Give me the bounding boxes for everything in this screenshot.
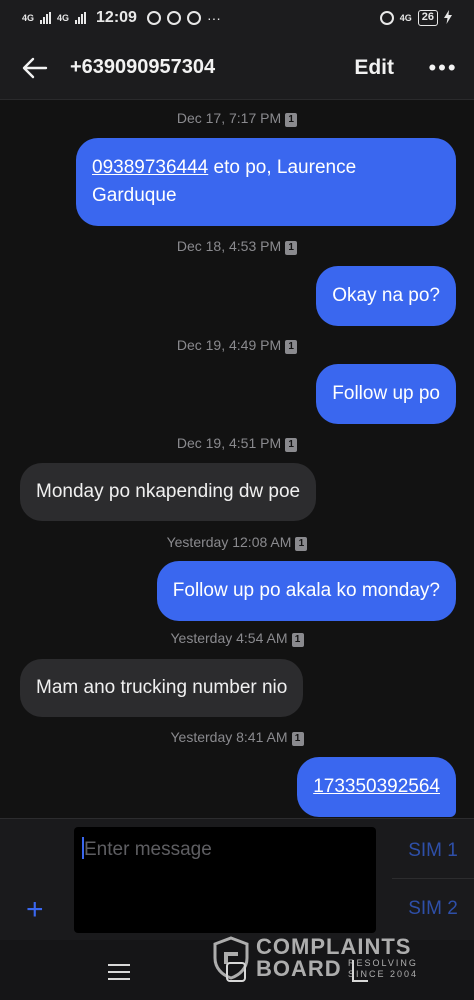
back-arrow-icon	[22, 57, 48, 78]
network-type-right: 4G	[399, 12, 412, 23]
phone-link[interactable]: 09389736444	[92, 157, 208, 178]
tracking-number-link[interactable]: 173350392564	[313, 773, 440, 801]
more-options-button[interactable]: •••	[412, 36, 474, 100]
charging-icon	[444, 9, 452, 27]
message-text: Follow up po akala ko monday?	[172, 580, 440, 601]
timestamp: Yesterday 12:08 AM 1	[0, 534, 474, 551]
sim-badge-icon: 1	[291, 633, 304, 647]
outgoing-message[interactable]: Okay na po?	[316, 266, 456, 326]
message-composer: + Enter message SIM 1 SIM 2	[0, 818, 474, 940]
network-type-2: 4G	[57, 12, 70, 23]
timestamp: Yesterday 8:41 AM 1	[0, 729, 474, 746]
timestamp: Dec 18, 4:53 PM 1	[0, 238, 474, 255]
message-text: Follow up po	[332, 383, 440, 404]
network-type-1: 4G	[22, 12, 35, 23]
message-placeholder: Enter message	[84, 839, 212, 860]
sim-badge-icon: 1	[285, 113, 298, 127]
more-dots-icon: •••	[428, 54, 458, 80]
sim-badge-icon: 1	[285, 340, 298, 354]
send-sim1-button[interactable]: SIM 1	[392, 823, 474, 879]
outgoing-message[interactable]: Follow up po	[316, 364, 456, 424]
alarm-icon	[379, 11, 394, 25]
sim-badge-icon: 1	[285, 438, 298, 452]
message-text: Monday po nkapending dw poe	[36, 481, 301, 502]
message-text: Mam ano trucking number nio	[36, 677, 288, 698]
outgoing-message[interactable]: 09389736444 eto po, Laurence Garduque	[76, 138, 456, 226]
watermark-line2: BOARD	[256, 956, 342, 981]
incoming-message[interactable]: Mam ano trucking number nio	[20, 659, 304, 717]
incoming-message[interactable]: Monday po nkapending dw poe	[20, 463, 317, 521]
timestamp: Dec 19, 4:49 PM 1	[0, 337, 474, 354]
sim-badge-icon: 1	[285, 241, 298, 255]
sim-badge-icon: 1	[291, 732, 304, 746]
outgoing-message[interactable]: 173350392564	[297, 757, 456, 817]
signal-icon-2	[75, 12, 87, 24]
status-right: 4G 26	[379, 9, 452, 27]
message-input[interactable]: Enter message	[74, 827, 376, 933]
signal-icon	[40, 12, 52, 24]
shield-logo-icon	[213, 936, 249, 980]
message-thread[interactable]: Dec 17, 7:17 PM 1 09389736444 eto po, Lau…	[0, 100, 474, 818]
sim-badge-icon: 1	[295, 537, 308, 551]
conversation-header: +639090957304 Edit •••	[0, 36, 474, 100]
more-notifications-icon: ···	[206, 10, 221, 26]
leaf-app-icon	[186, 11, 201, 25]
send-sim2-button[interactable]: SIM 2	[392, 881, 474, 937]
timestamp: Yesterday 4:54 AM 1	[0, 630, 474, 647]
message-text: 09389736444 eto po, Laurence Garduque	[92, 157, 357, 206]
back-button[interactable]	[0, 36, 70, 100]
edit-button[interactable]: Edit	[336, 56, 412, 80]
recent-apps-icon[interactable]	[108, 964, 130, 980]
add-attachment-button[interactable]: +	[26, 895, 44, 925]
status-time: 12:09	[96, 9, 137, 26]
outgoing-message[interactable]: Follow up po akala ko monday?	[156, 561, 456, 621]
contact-title: +639090957304	[70, 56, 216, 78]
message-text: Okay na po?	[332, 285, 440, 306]
status-bar: 4G 4G 12:09 ··· 4G 26	[0, 0, 474, 36]
complaints-board-watermark: COMPLAINTS BOARD RESOLVING SINCE 2004	[212, 934, 432, 984]
compass-icon	[166, 11, 181, 25]
status-left: 4G 4G 12:09 ···	[22, 9, 221, 27]
timestamp: Dec 19, 4:51 PM 1	[0, 435, 474, 452]
messenger-icon	[146, 11, 161, 25]
timestamp: Dec 17, 7:17 PM 1	[0, 110, 474, 127]
battery-indicator: 26	[417, 10, 438, 26]
watermark-line3: RESOLVING SINCE 2004	[348, 958, 419, 979]
